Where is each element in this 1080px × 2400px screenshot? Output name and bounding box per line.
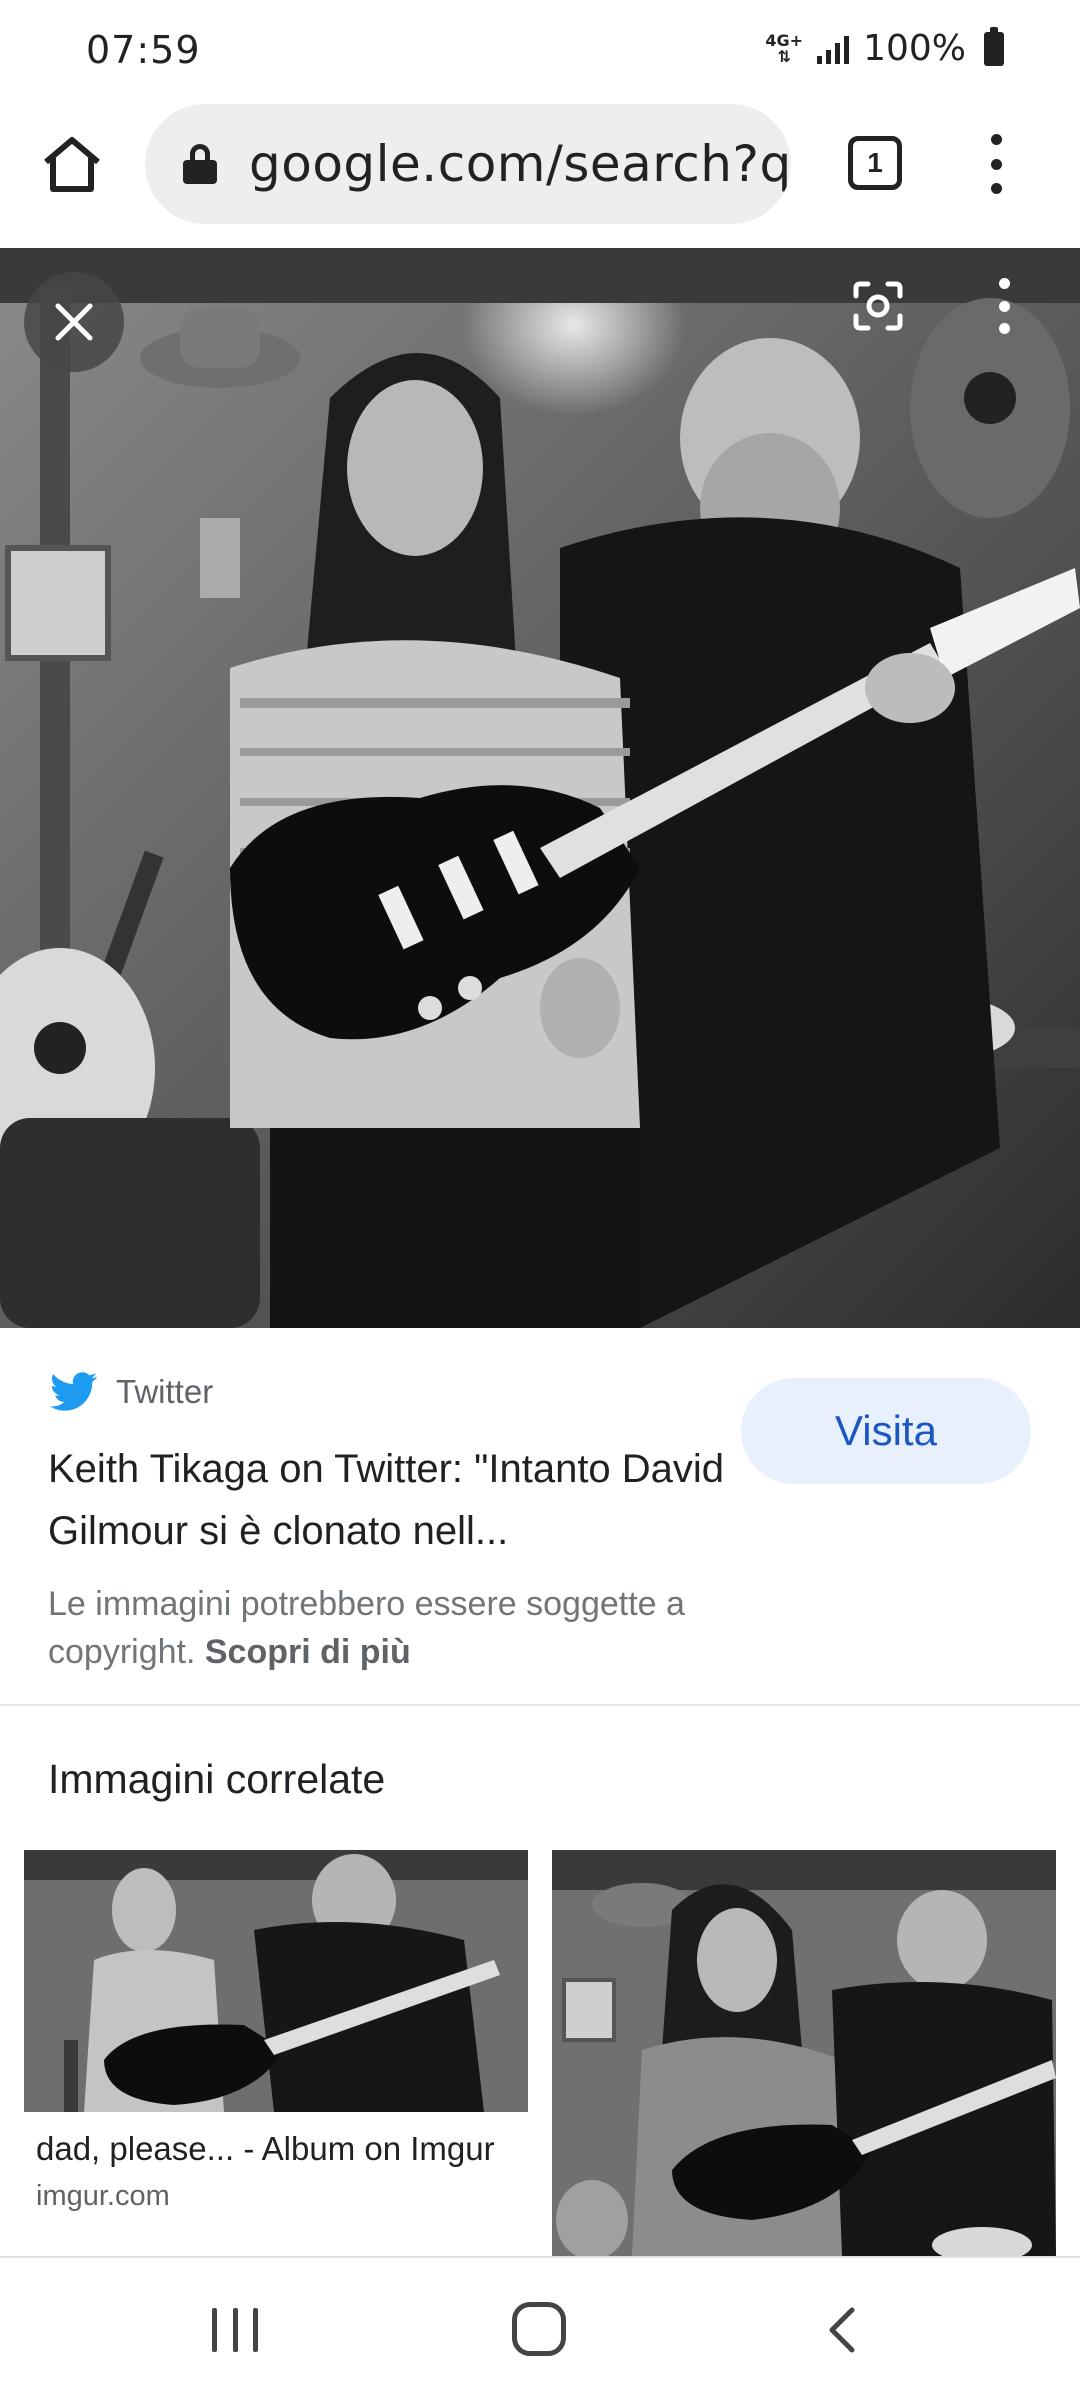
back-icon[interactable] [820, 2306, 866, 2354]
recent-apps-button[interactable] [212, 2308, 258, 2352]
battery-icon [984, 26, 1004, 66]
home-icon [44, 137, 100, 192]
related-photo-1 [24, 1850, 528, 2112]
status-time: 07:59 [86, 28, 201, 72]
twitter-icon [50, 1372, 97, 1411]
home-nav-button[interactable] [512, 2302, 566, 2356]
preview-photo [0, 248, 1080, 1328]
related-domain-1: imgur.com [36, 2180, 170, 2212]
lens-icon [853, 281, 903, 331]
learn-more-link[interactable]: Scopri di più [205, 1633, 411, 1671]
copyright-notice: Le immagini potrebbero essere soggette a… [48, 1580, 788, 1676]
result-info: Twitter Keith Tikaga on Twitter: "Intant… [0, 1328, 1080, 1704]
signal-icon [817, 34, 850, 64]
status-bar: 07:59 4G+ ⇅ 100% [0, 0, 1080, 100]
lock-icon[interactable] [183, 144, 217, 184]
related-title-1[interactable]: dad, please... - Album on Imgur [36, 2130, 495, 2168]
browser-menu-button[interactable] [976, 128, 1016, 200]
url-bar[interactable]: google.com/search?q= [145, 104, 791, 224]
url-text[interactable]: google.com/search?q= [249, 135, 791, 193]
related-thumbnail-2[interactable] [552, 1850, 1056, 2256]
related-thumbnail-1[interactable] [24, 1850, 528, 2112]
network-type-icon: 4G+ ⇅ [765, 32, 803, 66]
source-name: Twitter [116, 1373, 214, 1410]
tabs-button[interactable]: 1 [848, 136, 902, 190]
close-icon [55, 303, 93, 341]
related-photo-2 [552, 1850, 1056, 2256]
tab-count: 1 [867, 147, 883, 178]
visit-button[interactable]: Visita [741, 1378, 1031, 1484]
source-row[interactable]: Twitter [50, 1372, 213, 1412]
preview-more-button[interactable] [984, 274, 1024, 338]
related-heading: Immagini correlate [48, 1756, 386, 1802]
home-button[interactable] [36, 128, 108, 200]
close-preview-button[interactable] [24, 272, 124, 372]
battery-percent: 100% [863, 28, 966, 69]
section-divider [0, 1704, 1080, 1706]
network-arrows-label: ⇅ [777, 46, 791, 66]
image-preview[interactable] [0, 248, 1080, 1328]
system-navigation-bar [0, 2258, 1080, 2400]
lens-button[interactable] [846, 274, 910, 338]
browser-toolbar: google.com/search?q= 1 [0, 100, 1080, 248]
result-title[interactable]: Keith Tikaga on Twitter: "Intanto David … [48, 1438, 728, 1562]
status-icons: 4G+ ⇅ 100% [765, 26, 1004, 69]
